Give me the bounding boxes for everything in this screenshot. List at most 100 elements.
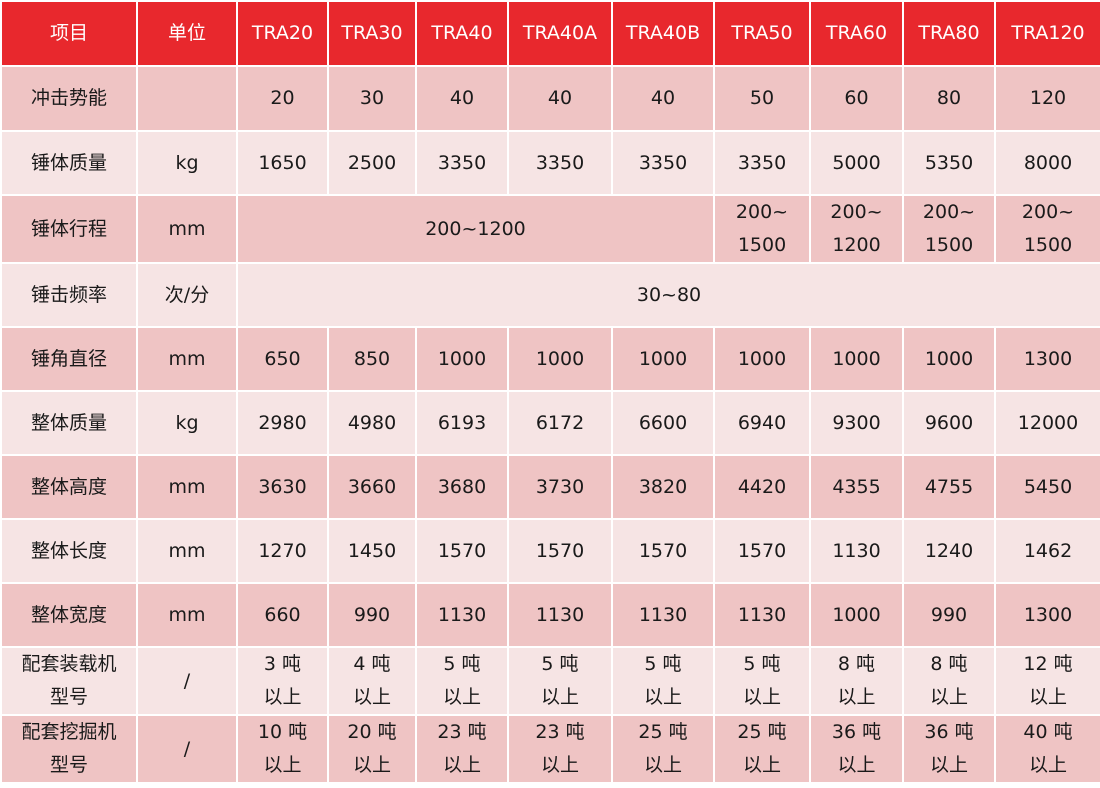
header-model: TRA60 bbox=[809, 0, 904, 67]
cell-value: 9600 bbox=[902, 390, 996, 456]
row-label: 锤体质量 bbox=[0, 130, 138, 196]
cell-value: 2980 bbox=[236, 390, 329, 456]
cell-value: 40 bbox=[611, 65, 715, 132]
cell-value: 1570 bbox=[415, 518, 509, 584]
header-model: TRA40 bbox=[415, 0, 509, 67]
cell-value: 120 bbox=[994, 65, 1100, 132]
cell-value: 850 bbox=[327, 326, 417, 392]
header-model: TRA120 bbox=[994, 0, 1100, 67]
cell-value: 200~ 1500 bbox=[713, 194, 811, 264]
row-unit bbox=[136, 65, 238, 132]
cell-value: 3730 bbox=[507, 454, 613, 520]
cell-value: 40 bbox=[415, 65, 509, 132]
cell-value: 3350 bbox=[415, 130, 509, 196]
cell-value: 5 吨以上 bbox=[507, 646, 613, 716]
cell-value: 5 吨以上 bbox=[713, 646, 811, 716]
cell-value: 660 bbox=[236, 582, 329, 648]
cell-value: 5000 bbox=[809, 130, 904, 196]
cell-value: 3680 bbox=[415, 454, 509, 520]
cell-value: 3350 bbox=[713, 130, 811, 196]
cell-value: 6600 bbox=[611, 390, 715, 456]
cell-value: 3630 bbox=[236, 454, 329, 520]
row-unit: / bbox=[136, 714, 238, 784]
header-row: 项目 单位 TRA20 TRA30 TRA40 TRA40A TRA40B TR… bbox=[0, 0, 1100, 67]
cell-value: 36 吨以上 bbox=[902, 714, 996, 784]
cell-value: 4980 bbox=[327, 390, 417, 456]
cell-value: 9300 bbox=[809, 390, 904, 456]
cell-value: 40 吨以上 bbox=[994, 714, 1100, 784]
cell-value: 200~ 1500 bbox=[902, 194, 996, 264]
cell-value: 1570 bbox=[713, 518, 811, 584]
row-label: 配套装载机 型号 bbox=[0, 646, 138, 716]
cell-value: 3820 bbox=[611, 454, 715, 520]
header-model: TRA50 bbox=[713, 0, 811, 67]
spec-table: 项目 单位 TRA20 TRA30 TRA40 TRA40A TRA40B TR… bbox=[0, 0, 1100, 784]
cell-value: 200~ 1500 bbox=[994, 194, 1100, 264]
cell-value: 1270 bbox=[236, 518, 329, 584]
row-total-length: 整体长度 mm 1270 1450 1570 1570 1570 1570 11… bbox=[0, 518, 1100, 584]
row-label: 整体宽度 bbox=[0, 582, 138, 648]
cell-value: 1462 bbox=[994, 518, 1100, 584]
cell-value: 1130 bbox=[611, 582, 715, 648]
cell-value: 23 吨以上 bbox=[415, 714, 509, 784]
cell-value: 60 bbox=[809, 65, 904, 132]
cell-value: 12 吨以上 bbox=[994, 646, 1100, 716]
row-label: 锤击频率 bbox=[0, 262, 138, 328]
row-label: 整体高度 bbox=[0, 454, 138, 520]
row-unit: kg bbox=[136, 390, 238, 456]
cell-value: 20 bbox=[236, 65, 329, 132]
cell-value: 4755 bbox=[902, 454, 996, 520]
row-label: 锤角直径 bbox=[0, 326, 138, 392]
cell-value: 8 吨以上 bbox=[902, 646, 996, 716]
cell-value: 1570 bbox=[611, 518, 715, 584]
cell-value: 4 吨以上 bbox=[327, 646, 417, 716]
cell-value: 1130 bbox=[507, 582, 613, 648]
cell-value: 36 吨以上 bbox=[809, 714, 904, 784]
cell-merged-value: 30~80 bbox=[236, 262, 1100, 328]
cell-value: 990 bbox=[902, 582, 996, 648]
cell-value: 1130 bbox=[809, 518, 904, 584]
row-unit: kg bbox=[136, 130, 238, 196]
row-unit: / bbox=[136, 646, 238, 716]
cell-value: 6940 bbox=[713, 390, 811, 456]
cell-value: 4420 bbox=[713, 454, 811, 520]
cell-value: 8 吨以上 bbox=[809, 646, 904, 716]
row-label: 锤体行程 bbox=[0, 194, 138, 264]
cell-merged-value: 200~1200 bbox=[236, 194, 715, 264]
row-label: 冲击势能 bbox=[0, 65, 138, 132]
row-unit: 次/分 bbox=[136, 262, 238, 328]
row-label: 配套挖掘机 型号 bbox=[0, 714, 138, 784]
row-total-height: 整体高度 mm 3630 3660 3680 3730 3820 4420 43… bbox=[0, 454, 1100, 520]
cell-value: 1240 bbox=[902, 518, 996, 584]
cell-value: 1000 bbox=[713, 326, 811, 392]
cell-value: 2500 bbox=[327, 130, 417, 196]
cell-value: 3350 bbox=[507, 130, 613, 196]
cell-value: 10 吨以上 bbox=[236, 714, 329, 784]
cell-value: 20 吨以上 bbox=[327, 714, 417, 784]
row-unit: mm bbox=[136, 326, 238, 392]
header-model: TRA30 bbox=[327, 0, 417, 67]
cell-value: 990 bbox=[327, 582, 417, 648]
cell-value: 3 吨以上 bbox=[236, 646, 329, 716]
row-total-width: 整体宽度 mm 660 990 1130 1130 1130 1130 1000… bbox=[0, 582, 1100, 648]
row-unit: mm bbox=[136, 194, 238, 264]
row-excavator-model: 配套挖掘机 型号 / 10 吨以上 20 吨以上 23 吨以上 23 吨以上 25… bbox=[0, 714, 1100, 784]
row-label: 整体长度 bbox=[0, 518, 138, 584]
cell-value: 25 吨以上 bbox=[713, 714, 811, 784]
cell-value: 1450 bbox=[327, 518, 417, 584]
cell-value: 200~ 1200 bbox=[809, 194, 904, 264]
cell-value: 6172 bbox=[507, 390, 613, 456]
cell-value: 1130 bbox=[415, 582, 509, 648]
cell-value: 1650 bbox=[236, 130, 329, 196]
cell-value: 80 bbox=[902, 65, 996, 132]
cell-value: 5 吨以上 bbox=[611, 646, 715, 716]
row-impact-energy: 冲击势能 20 30 40 40 40 50 60 80 120 bbox=[0, 65, 1100, 132]
cell-value: 6193 bbox=[415, 390, 509, 456]
cell-value: 23 吨以上 bbox=[507, 714, 613, 784]
row-loader-model: 配套装载机 型号 / 3 吨以上 4 吨以上 5 吨以上 5 吨以上 5 吨以上 … bbox=[0, 646, 1100, 716]
row-label: 整体质量 bbox=[0, 390, 138, 456]
row-hammer-mass: 锤体质量 kg 1650 2500 3350 3350 3350 3350 50… bbox=[0, 130, 1100, 196]
cell-value: 650 bbox=[236, 326, 329, 392]
cell-value: 1000 bbox=[415, 326, 509, 392]
row-hammer-diameter: 锤角直径 mm 650 850 1000 1000 1000 1000 1000… bbox=[0, 326, 1100, 392]
